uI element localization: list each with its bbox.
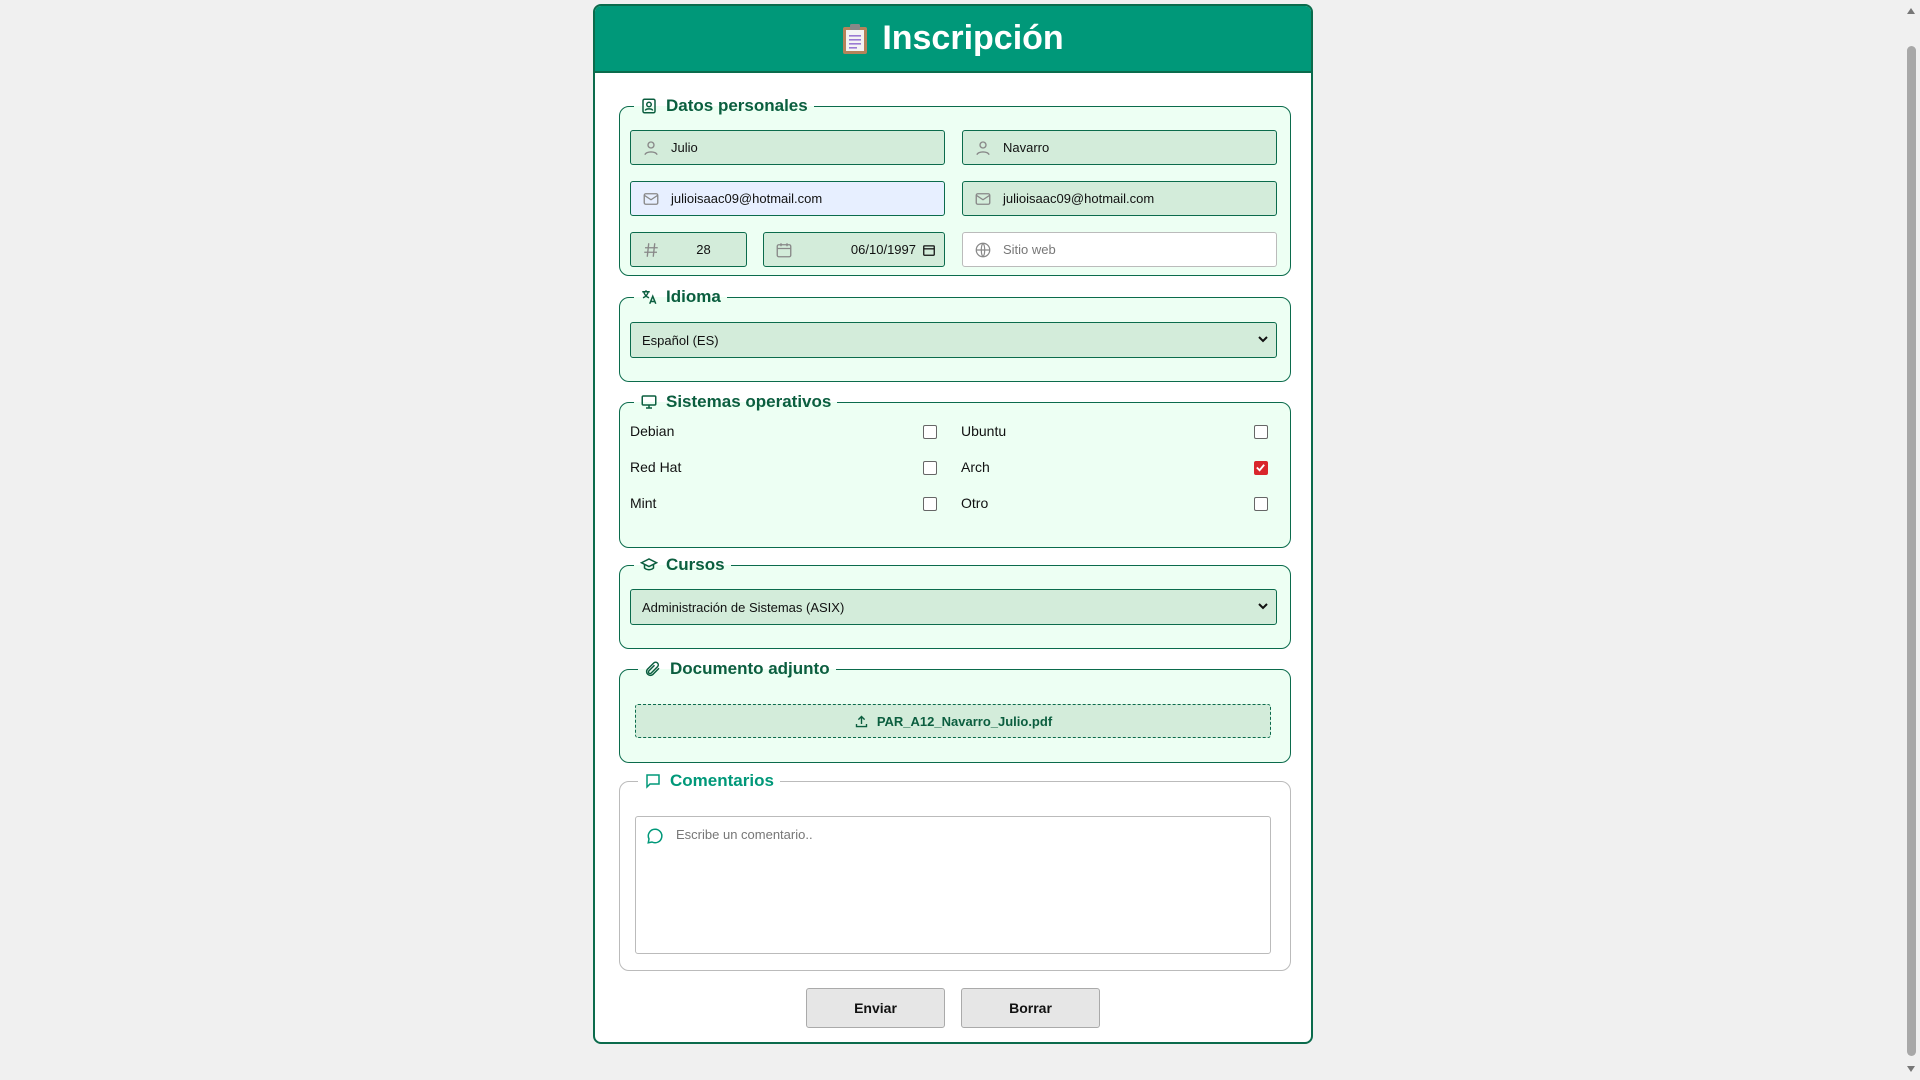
checkbox-ubuntu[interactable] [1254,425,1268,439]
website-field[interactable]: Sitio web [962,232,1277,267]
checkmark-icon [1256,464,1265,472]
submit-button[interactable]: Enviar [806,988,945,1028]
checkbox-redhat[interactable] [923,461,937,475]
comment-textarea[interactable]: Escribe un comentario.. [635,816,1271,954]
os-label-ubuntu: Ubuntu [961,423,1007,439]
clipboard-icon [842,23,868,55]
language-section: Idioma Español (ES) [619,287,1291,382]
user-icon [973,138,993,158]
last-name-field[interactable]: Navarro [962,130,1277,165]
comment-icon [646,774,660,789]
os-section: Sistemas operativos Debian Ubuntu Red Ha… [619,392,1291,548]
checkbox-other[interactable] [1254,497,1268,511]
first-name-field[interactable]: Julio [630,130,945,165]
hash-icon [641,240,661,260]
paperclip-icon [645,661,660,677]
chevron-down-icon [1258,336,1268,343]
os-label-arch: Arch [961,459,990,475]
scroll-down-arrow-icon[interactable] [1907,1066,1915,1072]
mail-icon [641,189,661,209]
page-scrollbar[interactable] [1903,0,1920,1080]
card-header: Inscripción [595,6,1311,73]
contact-card-icon [642,98,656,114]
attachment-legend: Documento adjunto [638,659,836,679]
age-field[interactable]: 28 [630,232,747,267]
personal-data-legend: Datos personales [634,96,814,116]
courses-legend: Cursos [634,555,731,575]
os-label-other: Otro [961,495,989,511]
os-label-debian: Debian [630,423,675,439]
personal-data-section: Datos personales Julio Navarro julioisaa… [619,96,1291,276]
os-legend: Sistemas operativos [634,392,837,412]
graduation-cap-icon [640,558,658,571]
language-legend: Idioma [634,287,727,307]
comments-section: Comentarios Escribe un comentario.. [619,771,1291,971]
attachment-section: Documento adjunto PAR_A12_Navarro_Julio.… [619,659,1291,763]
checkbox-mint[interactable] [923,497,937,511]
reset-button[interactable]: Borrar [961,988,1100,1028]
mail-icon [973,189,993,209]
os-label-mint: Mint [630,495,657,511]
user-icon [641,138,661,158]
registration-card: Inscripción Datos personales Julio Navar… [593,4,1313,1044]
calendar-picker-icon[interactable] [922,243,936,257]
os-label-redhat: Red Hat [630,459,682,475]
scrollbar-thumb[interactable] [1907,46,1916,1056]
globe-icon [973,240,993,260]
course-select[interactable]: Administración de Sistemas (ASIX) [630,589,1277,625]
scroll-up-arrow-icon[interactable] [1907,8,1915,14]
email-field[interactable]: julioisaac09@hotmail.com [630,181,945,216]
chevron-down-icon [1258,603,1268,610]
page-title: Inscripción [882,19,1064,57]
speech-bubble-icon [647,828,663,844]
translate-icon [642,290,657,305]
upload-icon [855,715,868,727]
checkbox-arch[interactable] [1254,461,1268,475]
calendar-icon [774,240,794,260]
language-select[interactable]: Español (ES) [630,322,1277,358]
courses-section: Cursos Administración de Sistemas (ASIX) [619,555,1291,649]
comments-legend: Comentarios [638,771,780,791]
checkbox-debian[interactable] [923,425,937,439]
email-confirm-field[interactable]: julioisaac09@hotmail.com [962,181,1277,216]
file-upload-button[interactable]: PAR_A12_Navarro_Julio.pdf [635,704,1271,738]
birthdate-field[interactable]: 06/10/1997 [763,232,945,267]
monitor-icon [641,395,657,409]
